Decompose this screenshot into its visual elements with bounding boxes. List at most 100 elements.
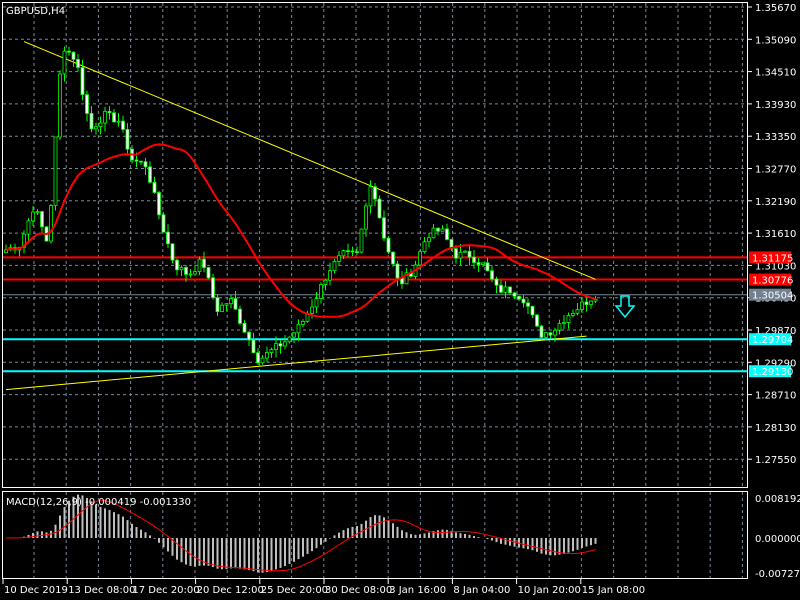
candle-body: [58, 73, 62, 138]
candle-body: [584, 301, 589, 305]
candle-body: [319, 284, 323, 300]
candle-body: [368, 186, 373, 207]
candle-body: [269, 349, 274, 353]
candle-body: [206, 267, 211, 279]
candle-body: [31, 211, 35, 222]
candle-body: [224, 303, 229, 306]
candle-body: [517, 295, 521, 300]
time-label: 30 Dec 08:00: [325, 585, 392, 596]
candle-body: [40, 211, 44, 228]
candle-body: [121, 120, 125, 130]
candle-body: [373, 186, 377, 200]
candle-body: [364, 205, 368, 230]
candle-body: [377, 198, 382, 219]
candle-body: [485, 262, 490, 272]
price-tick-label: 1.31610: [755, 229, 796, 240]
candle-body: [287, 336, 292, 343]
candle-body: [418, 251, 422, 266]
candle-body: [431, 227, 436, 239]
candle-body: [35, 211, 40, 213]
time-label: 13 Dec 08:00: [68, 585, 135, 596]
candle-body: [184, 267, 188, 275]
candle-body: [436, 227, 440, 232]
macd-tick-label: -0.007273: [755, 569, 800, 580]
candle-body: [278, 343, 283, 347]
candle-body: [175, 259, 179, 271]
candle-body: [427, 237, 431, 243]
price-chart[interactable]: GBPUSD,H4 MACD(12,26,9) -0.000419 -0.001…: [0, 0, 800, 600]
time-label: 17 Dec 20:00: [132, 585, 199, 596]
candle-body: [391, 251, 395, 265]
candle-body: [359, 228, 364, 253]
candle-body: [490, 270, 494, 280]
candle-body: [197, 258, 202, 273]
candle-body: [301, 321, 305, 325]
down-arrow-icon: [614, 295, 636, 319]
candle-body: [148, 166, 152, 183]
chart-title: GBPUSD,H4: [6, 6, 65, 17]
candle-body: [256, 352, 260, 364]
candle-body: [161, 214, 166, 233]
candle-body: [193, 271, 197, 275]
macd-tick-label: 0.000000: [755, 534, 800, 545]
candle-body: [445, 228, 449, 240]
candle-body: [247, 331, 251, 341]
candle-body: [575, 309, 580, 314]
candle-body: [53, 136, 58, 206]
candle-body: [112, 112, 116, 123]
time-label: 20 Dec 12:00: [197, 585, 264, 596]
candle-body: [157, 192, 161, 216]
candle-body: [89, 113, 94, 130]
candle-body: [71, 51, 76, 60]
price-level-label: 1.31175: [752, 253, 793, 264]
macd-label: MACD(12,26,9) -0.000419 -0.001330: [6, 497, 191, 508]
macd-signal-line: [5, 500, 596, 572]
main-pane-border: [2, 2, 748, 488]
candle-body: [314, 298, 319, 308]
trendlines: [5, 41, 596, 391]
price-tick-label: 1.33930: [755, 100, 796, 111]
candle-body: [535, 314, 539, 327]
candle-body: [98, 122, 103, 128]
candle-body: [229, 298, 233, 305]
candle-body: [242, 322, 247, 333]
candle-body: [589, 300, 593, 305]
candle-body: [544, 332, 548, 338]
ascending-trendline[interactable]: [5, 335, 587, 391]
candle-body: [539, 325, 544, 338]
candle-body: [166, 231, 170, 245]
candle-body: [265, 352, 269, 359]
candles: [4, 46, 598, 366]
candle-body: [422, 241, 427, 253]
candle-body: [557, 323, 562, 331]
candle-body: [139, 160, 143, 163]
candle-body: [202, 258, 206, 268]
candle-body: [454, 248, 458, 259]
candle-body: [80, 67, 85, 95]
candle-body: [355, 251, 359, 254]
price-tick-label: 1.32190: [755, 197, 796, 208]
price-tick-label: 1.27550: [755, 455, 796, 466]
price-tick-label: 1.28710: [755, 391, 796, 402]
candle-body: [458, 251, 463, 259]
candle-body: [188, 273, 193, 276]
time-label: 15 Jan 08:00: [582, 585, 645, 596]
candle-body: [350, 250, 355, 253]
candle-body: [251, 339, 256, 354]
descending-trendline[interactable]: [23, 41, 596, 280]
candle-body: [481, 262, 485, 265]
candle-body: [211, 277, 215, 298]
candle-body: [508, 286, 512, 294]
price-level-label: 1.29704: [752, 335, 793, 346]
candle-body: [125, 129, 130, 150]
candle-body: [215, 297, 220, 313]
price-tick-label: 1.35090: [755, 35, 796, 46]
price-level-label: 1.30776: [752, 276, 793, 287]
candle-body: [440, 228, 445, 232]
price-tick-label: 1.35670: [755, 3, 796, 14]
candle-body: [143, 161, 148, 168]
candle-body: [526, 302, 530, 307]
candle-body: [566, 315, 571, 323]
candle-body: [472, 256, 476, 263]
time-label: 8 Jan 04:00: [453, 585, 510, 596]
